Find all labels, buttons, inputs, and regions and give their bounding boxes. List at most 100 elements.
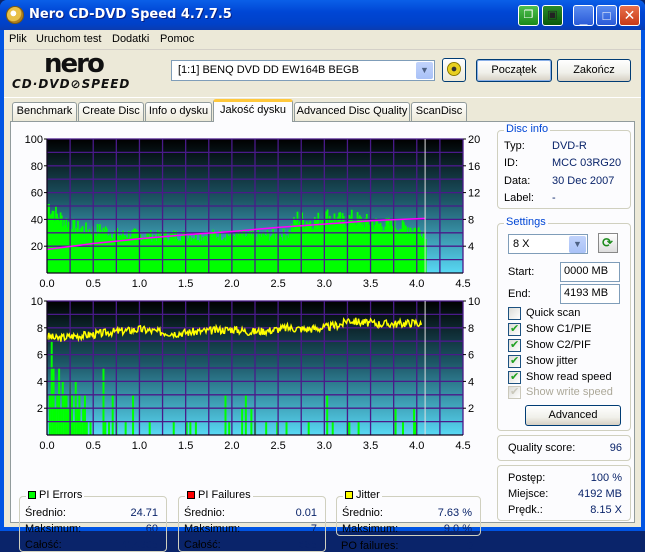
- window-title: Nero CD-DVD Speed 4.7.7.5: [29, 7, 232, 22]
- pi-failure-bar: [189, 421, 192, 435]
- exit-button[interactable]: Zakończ: [557, 59, 631, 82]
- menu-dodatki[interactable]: Dodatki: [112, 33, 149, 45]
- disc-label-value: -: [552, 192, 556, 204]
- quick-scan-label[interactable]: Quick scan: [526, 307, 580, 319]
- gear-icon: [447, 62, 461, 76]
- pi-failure-bar: [285, 421, 288, 435]
- show-jitter-checkbox[interactable]: [508, 354, 521, 368]
- speed-select[interactable]: 8 X ▼: [508, 234, 588, 254]
- pi-failure-bar: [348, 421, 351, 435]
- jitter-avg-value: 7.63 %: [437, 507, 472, 519]
- x-tick-label: 4.5: [455, 440, 470, 452]
- quick-scan-checkbox[interactable]: [508, 307, 521, 320]
- tab-scandisc[interactable]: ScanDisc: [411, 102, 467, 121]
- pi-failures-title-text: PI Failures: [198, 489, 251, 501]
- show-read-speed-label[interactable]: Show read speed: [526, 371, 612, 383]
- x-tick-label: 3.0: [317, 440, 332, 452]
- pi-failure-bar: [83, 394, 86, 435]
- pi-failure-bar: [357, 421, 360, 435]
- tab-bar: Benchmark Create Disc Info o dysku Jakoś…: [4, 98, 641, 122]
- tab-jakosc-dysku[interactable]: Jakość dysku: [213, 99, 293, 122]
- disc-type-value: DVD-R: [552, 140, 587, 152]
- x-tick-label: 3.5: [363, 278, 378, 290]
- minimize-button[interactable]: _: [573, 5, 594, 26]
- start-input[interactable]: 0000 MB: [560, 262, 620, 282]
- y-tick-label: 100: [25, 134, 43, 146]
- drive-select[interactable]: [1:1] BENQ DVD DD EW164B BEGB ▼: [171, 60, 435, 81]
- pi-errors-title: PI Errors: [26, 489, 85, 501]
- end-input[interactable]: 4193 MB: [560, 284, 620, 304]
- tab-benchmark[interactable]: Benchmark: [12, 102, 77, 121]
- x-tick-label: 0.0: [39, 278, 54, 290]
- start-button[interactable]: Początek: [476, 59, 552, 82]
- refresh-drives-button[interactable]: [442, 58, 466, 82]
- y2-tick-label: 8: [468, 323, 474, 335]
- x-tick-label: 1.0: [132, 440, 147, 452]
- disc-id-label: ID:: [504, 157, 519, 169]
- x-tick-label: 4.0: [409, 440, 424, 452]
- save-screenshot-button[interactable]: ▣: [542, 5, 563, 26]
- pi-failure-bar: [326, 394, 329, 435]
- y-tick-label: 60: [31, 188, 43, 200]
- y-tick-label: 2: [37, 403, 43, 415]
- pi-failure-bar: [244, 394, 247, 435]
- pi-errors-avg-label: Średnio:: [25, 507, 66, 519]
- y-tick-label: 10: [31, 296, 43, 308]
- advanced-button[interactable]: Advanced: [525, 405, 621, 426]
- y2-tick-label: 8: [468, 214, 474, 226]
- speed-label: Prędk.:: [508, 504, 543, 516]
- y2-tick-label: 4: [468, 376, 474, 388]
- x-tick-label: 1.0: [132, 278, 147, 290]
- disc-date-label: Data:: [504, 175, 531, 187]
- menu-bar: Plik Uruchom test Dodatki Pomoc: [4, 30, 641, 50]
- refresh-icon: ⟳: [602, 235, 613, 250]
- pi-errors-max-label: Maksimum:: [25, 523, 82, 535]
- y-tick-label: 80: [31, 161, 43, 173]
- title-bar[interactable]: Nero CD-DVD Speed 4.7.7.5 ❐ ▣ _ □ ✕: [0, 0, 645, 30]
- chevron-down-icon[interactable]: ▼: [416, 62, 433, 79]
- show-c1-pie-label[interactable]: Show C1/PIE: [526, 323, 591, 335]
- maximize-button[interactable]: □: [596, 5, 617, 26]
- tab-advanced-disc-quality[interactable]: Advanced Disc Quality: [294, 102, 410, 121]
- jitter-title: Jitter: [343, 489, 382, 501]
- x-tick-label: 2.5: [270, 278, 285, 290]
- show-c1-pie-checkbox[interactable]: [508, 322, 521, 336]
- show-c2-pif-checkbox[interactable]: [508, 338, 521, 352]
- po-failures-label: PO failures:: [341, 540, 399, 552]
- pi-failure-bar: [307, 421, 310, 435]
- show-jitter-label[interactable]: Show jitter: [526, 355, 577, 367]
- copy-screenshot-button[interactable]: ❐: [518, 5, 539, 26]
- pi-failure-bar: [63, 394, 66, 435]
- tab-info-o-dysku[interactable]: Info o dysku: [145, 102, 212, 121]
- pi-failure-bar: [80, 421, 83, 435]
- refresh-speed-button[interactable]: ⟳: [598, 233, 618, 253]
- pi-errors-total-label: Całość:: [25, 539, 62, 551]
- menu-plik[interactable]: Plik: [9, 33, 27, 45]
- y2-tick-label: 16: [468, 161, 480, 173]
- jitter-color-swatch: [345, 491, 353, 499]
- menu-pomoc[interactable]: Pomoc: [160, 33, 194, 45]
- pi-failure-bar: [65, 394, 68, 435]
- show-c2-pif-label[interactable]: Show C2/PIF: [526, 339, 591, 351]
- pi-failure-bar: [172, 421, 175, 435]
- cd-dvd-speed-logo: CD·DVD⊘SPEED: [12, 77, 131, 91]
- pi-failure-bar: [78, 394, 81, 435]
- show-read-speed-checkbox[interactable]: [508, 370, 521, 384]
- x-tick-label: 2.5: [270, 440, 285, 452]
- show-write-speed-checkbox: [508, 385, 521, 399]
- pi-failure-bar: [50, 341, 53, 435]
- close-button[interactable]: ✕: [619, 5, 640, 26]
- tab-create-disc[interactable]: Create Disc: [78, 102, 144, 121]
- y-tick-label: 4: [37, 376, 43, 388]
- pi-errors-color-swatch: [28, 491, 36, 499]
- pi-failures-max-value: 7: [310, 523, 317, 535]
- pi-failures-group: PI Failures Średnio: 0.01 Maksimum: 7 Ca…: [178, 489, 326, 552]
- pi-failures-total-label: Całość:: [184, 539, 221, 551]
- menu-uruchom-test[interactable]: Uruchom test: [36, 33, 101, 45]
- chevron-down-icon[interactable]: ▼: [569, 236, 586, 253]
- pi-errors-group: PI Errors Średnio: 24.71 Maksimum: 60 Ca…: [19, 489, 167, 552]
- speed-value: 8.15 X: [590, 504, 622, 516]
- maximize-icon: □: [602, 8, 611, 23]
- pi-failure-bar: [265, 421, 268, 435]
- toolbar: nero CD·DVD⊘SPEED [1:1] BENQ DVD DD EW16…: [4, 51, 641, 98]
